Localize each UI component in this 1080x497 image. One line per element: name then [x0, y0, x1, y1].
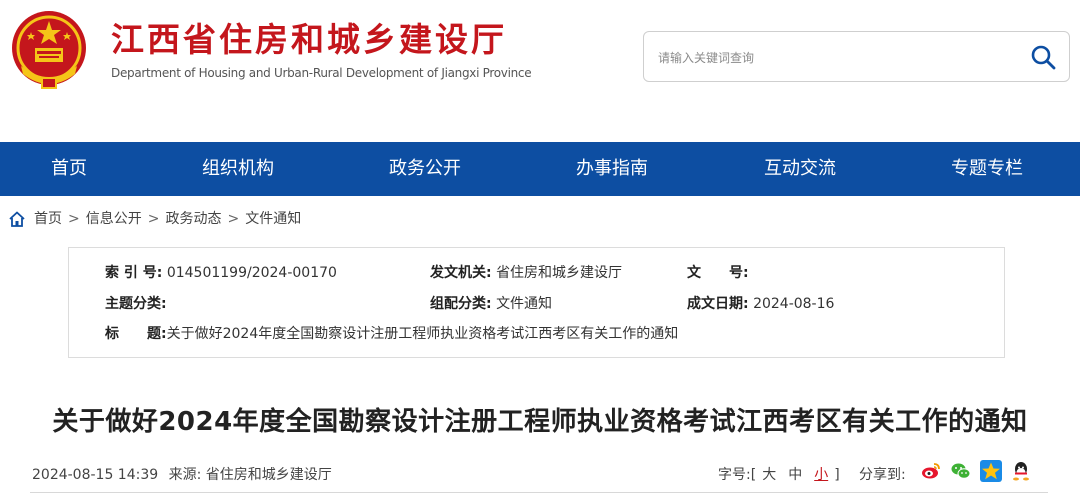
font-size-small-button[interactable]: 小	[814, 467, 828, 483]
article-publish-info: 2024-08-15 14:39 来源: 省住房和城乡建设厅	[32, 464, 332, 484]
meta-category: 组配分类: 文件通知	[430, 294, 552, 314]
share-label: 分享到:	[859, 467, 906, 483]
nav-item-interaction[interactable]: 互动交流	[720, 142, 880, 196]
meta-index-number-label: 索 引 号:	[105, 265, 163, 281]
font-size-medium-button[interactable]: 中	[788, 467, 802, 483]
article-info-bar: 2024-08-15 14:39 来源: 省住房和城乡建设厅 字号:[大中小] …	[30, 460, 1048, 493]
meta-title: 标 题:关于做好2024年度全国勘察设计注册工程师执业资格考试江西考区有关工作的…	[105, 324, 678, 344]
main-nav: 首页 组织机构 政务公开 办事指南 互动交流 专题专栏	[0, 142, 1080, 196]
meta-document-number-label: 文 号:	[687, 265, 749, 281]
article-title: 关于做好2024年度全国勘察设计注册工程师执业资格考试江西考区有关工作的通知	[52, 407, 1028, 437]
meta-category-label: 组配分类:	[430, 296, 492, 312]
article-source: 省住房和城乡建设厅	[205, 467, 332, 483]
nav-item-special-topics[interactable]: 专题专栏	[907, 142, 1067, 196]
breadcrumb-home[interactable]: 首页	[34, 211, 62, 227]
search-box	[643, 31, 1070, 82]
breadcrumb-government-news[interactable]: 政务动态	[165, 211, 221, 227]
search-icon[interactable]	[1029, 43, 1057, 71]
nav-item-government-affairs[interactable]: 政务公开	[345, 142, 505, 196]
nav-item-service-guide[interactable]: 办事指南	[532, 142, 692, 196]
meta-date: 成文日期: 2024-08-16	[687, 294, 834, 314]
site-header: 江西省住房和城乡建设厅 Department of Housing and Ur…	[0, 0, 1080, 142]
national-emblem-icon	[12, 11, 86, 89]
document-metadata: 索 引 号: 014501199/2024-00170 发文机关: 省住房和城乡…	[68, 247, 1005, 358]
wechat-icon[interactable]	[950, 460, 972, 482]
font-size-control: 字号:[大中小]	[718, 467, 840, 483]
breadcrumb-info-disclosure[interactable]: 信息公开	[86, 211, 142, 227]
meta-topic-label: 主题分类:	[105, 296, 167, 312]
breadcrumb-separator: >	[68, 211, 80, 227]
site-title: 江西省住房和城乡建设厅	[111, 20, 507, 59]
meta-index-number-value: 014501199/2024-00170	[166, 265, 337, 281]
qq-icon[interactable]	[1010, 460, 1032, 482]
meta-title-value: 关于做好2024年度全国勘察设计注册工程师执业资格考试江西考区有关工作的通知	[166, 326, 679, 342]
meta-title-label: 标 题:	[105, 326, 167, 342]
breadcrumb-separator: >	[227, 211, 240, 227]
breadcrumb-separator: >	[147, 211, 160, 227]
qzone-icon[interactable]	[980, 460, 1002, 482]
font-size-label: 字号:	[718, 467, 751, 483]
breadcrumb: 首页 > 信息公开 > 政务动态 > 文件通知	[8, 208, 301, 230]
meta-index-number: 索 引 号: 014501199/2024-00170	[105, 263, 337, 283]
weibo-icon[interactable]	[920, 460, 942, 482]
meta-topic: 主题分类:	[105, 294, 167, 314]
meta-issuer-label: 发文机关:	[430, 265, 492, 281]
meta-issuer: 发文机关: 省住房和城乡建设厅	[430, 263, 622, 283]
search-input[interactable]	[656, 44, 1000, 72]
breadcrumb-file-notices[interactable]: 文件通知	[245, 211, 301, 227]
meta-date-value: 2024-08-16	[753, 296, 835, 312]
nav-item-organization[interactable]: 组织机构	[158, 142, 318, 196]
meta-category-value: 文件通知	[496, 296, 553, 312]
nav-item-home[interactable]: 首页	[0, 142, 149, 196]
meta-date-label: 成文日期:	[687, 296, 749, 312]
font-size-large-button[interactable]: 大	[762, 467, 776, 483]
article-source-label: 来源:	[168, 467, 202, 483]
article-datetime: 2024-08-15 14:39	[32, 467, 159, 483]
site-subtitle: Department of Housing and Urban-Rural De…	[111, 66, 532, 80]
meta-document-number: 文 号:	[687, 263, 749, 283]
meta-issuer-value: 省住房和城乡建设厅	[496, 265, 623, 281]
home-icon	[9, 211, 25, 227]
